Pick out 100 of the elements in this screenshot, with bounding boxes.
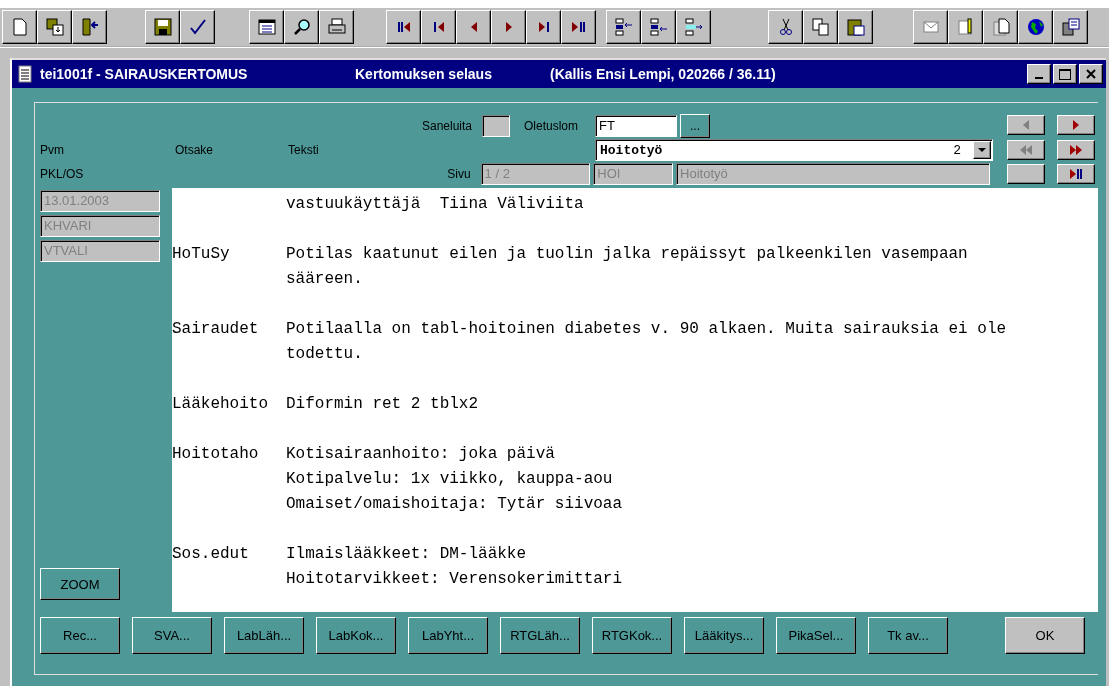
next-icon bbox=[505, 22, 512, 32]
double-triangle-right-icon bbox=[1069, 143, 1083, 156]
toolbar-button[interactable] bbox=[72, 10, 107, 44]
toolbar-button[interactable] bbox=[421, 10, 456, 44]
clipboard-icon bbox=[845, 17, 866, 37]
toolbar-button[interactable] bbox=[491, 10, 526, 44]
toolbar-button[interactable] bbox=[386, 10, 421, 44]
toolbar-button[interactable] bbox=[983, 10, 1018, 44]
toolbar-button[interactable] bbox=[913, 10, 948, 44]
record-field: VTVALI bbox=[40, 240, 160, 262]
caret-icon bbox=[978, 148, 986, 152]
action-button[interactable]: LabYht... bbox=[408, 617, 488, 654]
dropdown-count: 2 bbox=[953, 142, 961, 158]
toolbar-button[interactable] bbox=[561, 10, 596, 44]
toolbar-button[interactable] bbox=[37, 10, 72, 44]
column-header: Otsake bbox=[175, 143, 214, 157]
sivu-label: Sivu bbox=[446, 167, 472, 181]
entry-text: Potilaalla on tabl-hoitoinen diabetes v. 90 alkaen. Muita sairauksia ei ole bbox=[286, 319, 1007, 340]
toolbar-button[interactable] bbox=[838, 10, 873, 44]
action-button[interactable]: LabKok... bbox=[316, 617, 396, 654]
patient-info: (Kallis Ensi Lempi, 020266 / 36.11) bbox=[550, 66, 776, 82]
record-field: KHVARI bbox=[40, 215, 160, 237]
copy-icon bbox=[810, 17, 831, 37]
entry-text: todettu. bbox=[286, 344, 364, 365]
close-button[interactable] bbox=[1079, 64, 1103, 84]
toolbar-button[interactable] bbox=[319, 10, 354, 44]
minimize-button[interactable] bbox=[1027, 64, 1051, 84]
column-header: Pvm bbox=[40, 143, 65, 157]
action-button[interactable]: Lääkitys... bbox=[684, 617, 764, 654]
page-field: 1 / 2 bbox=[480, 163, 591, 185]
saneluita-label: Saneluita bbox=[420, 119, 473, 133]
entry-text: Diformin ret 2 tblx2 bbox=[286, 394, 479, 415]
action-button[interactable]: Rec... bbox=[40, 617, 120, 654]
triangle-bars-icon bbox=[1069, 168, 1083, 181]
entry-text: Ilmaislääkkeet: DM-lääkke bbox=[286, 544, 528, 565]
entry-heading: HoTuSy bbox=[172, 244, 231, 265]
ok-button[interactable]: OK bbox=[1005, 617, 1085, 654]
navigation-button[interactable] bbox=[1057, 115, 1095, 135]
minimize-icon bbox=[1035, 77, 1043, 79]
oletuslom-field[interactable]: FT bbox=[595, 115, 677, 137]
code-name-field: Hoitotyö bbox=[676, 163, 990, 185]
toolbar-button[interactable] bbox=[284, 10, 319, 44]
action-button[interactable]: RTGKok... bbox=[592, 617, 672, 654]
toolbar-button[interactable] bbox=[1018, 10, 1053, 44]
entry-text: Hoitotarvikkeet: Verensokerimittari bbox=[286, 569, 623, 590]
action-button[interactable]: SVA... bbox=[132, 617, 212, 654]
window-subtitle: Kertomuksen selaus bbox=[355, 66, 493, 82]
toolbar-button[interactable] bbox=[526, 10, 561, 44]
pkl-os-label: PKL/OS bbox=[40, 167, 85, 181]
entry-text: vastuukäyttäjä Tiina Väliviita bbox=[286, 194, 584, 215]
action-button[interactable]: LabLäh... bbox=[224, 617, 304, 654]
dropdown-button[interactable] bbox=[973, 141, 991, 159]
maximize-button[interactable] bbox=[1053, 64, 1077, 84]
entry-heading: Lääkehoito bbox=[172, 394, 269, 415]
check-icon bbox=[187, 17, 208, 37]
toolbar-button[interactable] bbox=[768, 10, 803, 44]
navigation-button[interactable] bbox=[1057, 139, 1095, 160]
navigation-button[interactable] bbox=[1007, 164, 1045, 185]
list-arrow-icon bbox=[613, 17, 634, 37]
globe-icon bbox=[1025, 17, 1046, 37]
entry-text: sääreen. bbox=[286, 269, 364, 290]
toolbar-button[interactable] bbox=[456, 10, 491, 44]
double-triangle-left-icon bbox=[1019, 143, 1033, 156]
printer-icon bbox=[326, 17, 347, 37]
entry-text: Omaiset/omaishoitaja: Tytär siivoaa bbox=[286, 494, 623, 515]
zoom-button[interactable]: ZOOM bbox=[40, 568, 120, 600]
toolbar-button[interactable] bbox=[676, 10, 711, 44]
toolbar-button[interactable] bbox=[180, 10, 215, 44]
previous-icon bbox=[470, 22, 477, 32]
close-icon bbox=[1086, 69, 1096, 79]
list-arrow-icon bbox=[648, 17, 669, 37]
action-button[interactable]: RTGLäh... bbox=[500, 617, 580, 654]
entry-text: Potilas kaatunut eilen ja tuolin jalka repäissyt palkeenkilen vasempaan bbox=[286, 244, 968, 265]
entry-heading: Sairaudet bbox=[172, 319, 260, 340]
door-icon bbox=[79, 17, 100, 37]
entry-text: Kotipalvelu: 1x viikko, kauppa-aou bbox=[286, 469, 614, 490]
window-title: tei1001f - SAIRAUSKERTOMUS bbox=[40, 66, 249, 82]
document-icon bbox=[18, 65, 32, 83]
entry-heading: Hoitotaho bbox=[172, 444, 260, 465]
category-dropdown[interactable]: Hoitotyö 2 bbox=[595, 139, 993, 161]
toolbar-button[interactable] bbox=[2, 10, 37, 44]
oletuslom-label: Oletuslom bbox=[524, 119, 580, 133]
code-field: HOI bbox=[593, 163, 674, 185]
toolbar-button[interactable] bbox=[641, 10, 676, 44]
toolbar-button[interactable] bbox=[948, 10, 983, 44]
record-field: 13.01.2003 bbox=[40, 190, 160, 212]
maximize-icon bbox=[1059, 68, 1071, 80]
navigation-button[interactable] bbox=[1057, 164, 1095, 185]
toolbar-button[interactable] bbox=[249, 10, 284, 44]
toolbar-button[interactable] bbox=[145, 10, 180, 44]
window-icon bbox=[1060, 17, 1081, 37]
action-button[interactable]: Tk av... bbox=[868, 617, 948, 654]
browse-button[interactable]: ... bbox=[680, 114, 710, 138]
saneluita-checkbox[interactable] bbox=[482, 115, 510, 137]
toolbar-button[interactable] bbox=[1053, 10, 1088, 44]
toolbar-button[interactable] bbox=[606, 10, 641, 44]
action-button[interactable]: PikaSel... bbox=[776, 617, 856, 654]
disks-icon bbox=[44, 17, 65, 37]
toolbar-button[interactable] bbox=[803, 10, 838, 44]
column-header: Teksti bbox=[288, 143, 320, 157]
